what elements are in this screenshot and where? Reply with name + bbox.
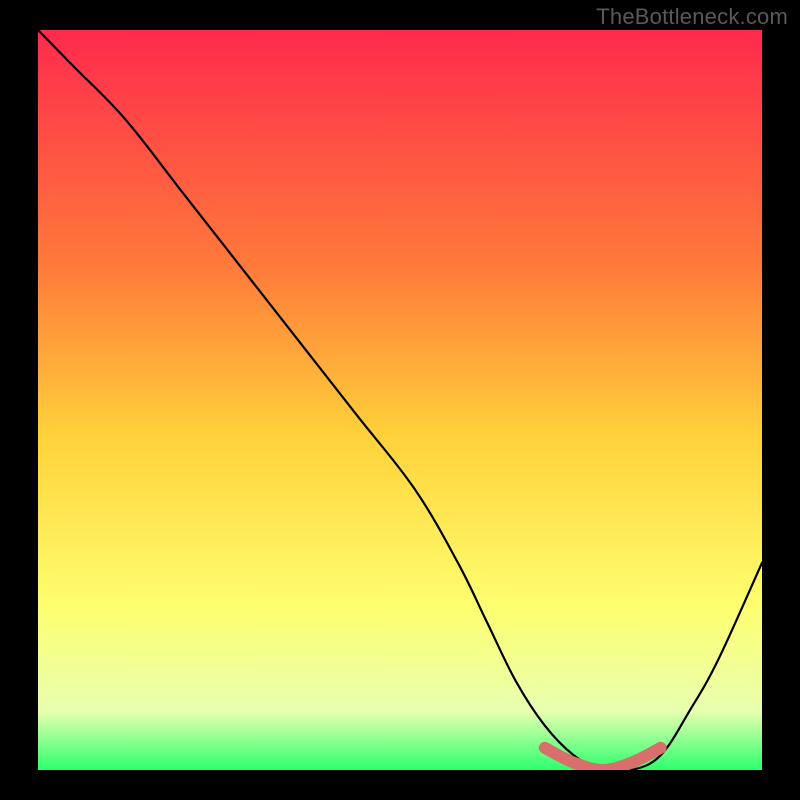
- plot-area: [38, 30, 762, 770]
- chart-frame: TheBottleneck.com: [0, 0, 800, 800]
- chart-svg: [38, 30, 762, 770]
- watermark-text: TheBottleneck.com: [596, 4, 788, 30]
- gradient-background: [38, 30, 762, 770]
